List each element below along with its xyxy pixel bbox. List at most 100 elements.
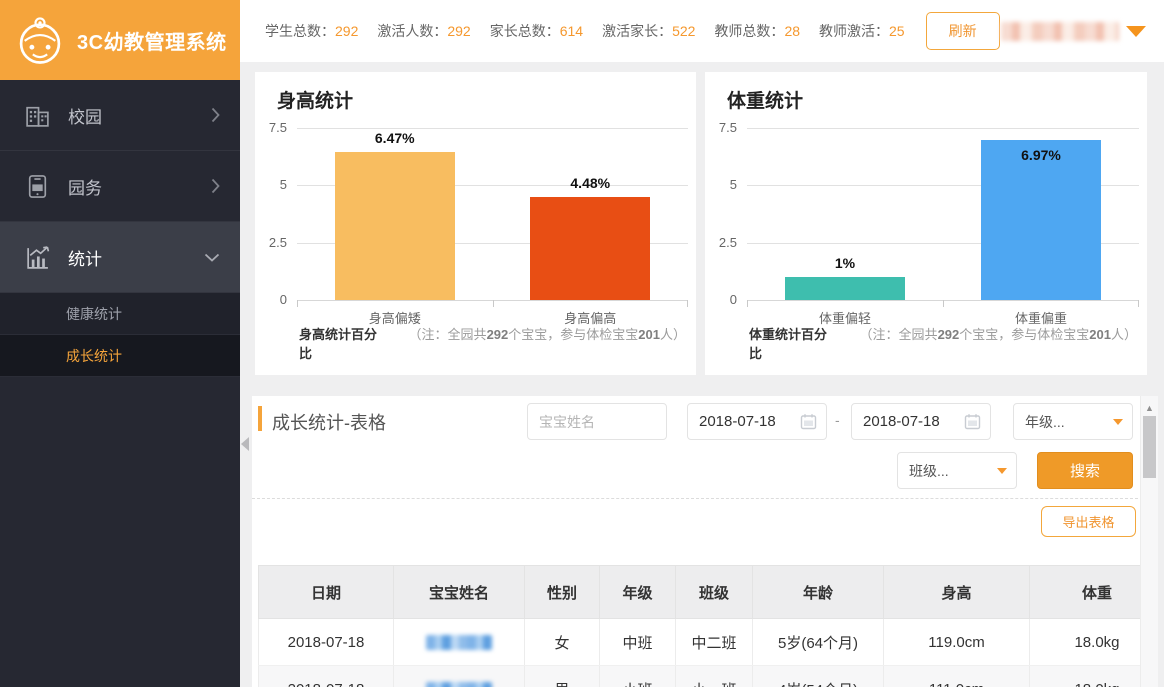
sidebar-subitem-health-statistics[interactable]: 健康统计 bbox=[0, 293, 240, 335]
axis-tick bbox=[747, 300, 748, 307]
submenu-label: 成长统计 bbox=[66, 346, 122, 366]
stat-value: 28 bbox=[784, 23, 800, 39]
table-cell: 2018-07-18 bbox=[259, 666, 394, 687]
baby-name-redacted bbox=[426, 635, 492, 650]
table-header-5: 班级 bbox=[676, 566, 753, 619]
bar-value-label: 1% bbox=[785, 255, 905, 271]
building-icon bbox=[24, 102, 51, 129]
table-cell: 小一班 bbox=[676, 666, 753, 687]
sidebar-item-statistics[interactable]: 统计 bbox=[0, 222, 240, 293]
top-header: 学生总数：292激活人数：292家长总数：614激活家长：522教师总数：28教… bbox=[240, 0, 1164, 62]
baby-name-input[interactable] bbox=[527, 403, 667, 440]
sidebar-subitem-growth-statistics[interactable]: 成长统计 bbox=[0, 335, 240, 377]
scrollbar-thumb[interactable] bbox=[1143, 416, 1156, 478]
refresh-button[interactable]: 刷新 bbox=[926, 12, 1000, 50]
table-cell bbox=[394, 619, 525, 666]
chart-note: （注：全园共292个宝宝，参与体检宝宝201人） bbox=[409, 324, 686, 343]
grade-select[interactable]: 年级... bbox=[1013, 403, 1133, 440]
table-cell: 中班 bbox=[600, 619, 676, 666]
date-from-input[interactable]: 2018-07-18 bbox=[687, 403, 827, 440]
stat-value: 25 bbox=[889, 23, 905, 39]
bar-value-label: 4.48% bbox=[530, 175, 650, 191]
table-cell: 18.0kg bbox=[1030, 666, 1159, 687]
sidebar-collapse-handle[interactable] bbox=[241, 437, 249, 451]
main-content: 身高统计 02.557.5 6.47%4.48% 身高偏矮身高偏高 身高统计百分… bbox=[240, 62, 1164, 687]
chart-plot-area: 6.47% 4.48% bbox=[297, 128, 688, 300]
table-cell: 小班 bbox=[600, 666, 676, 687]
bar-身高偏高 bbox=[530, 197, 650, 300]
chart-note: （注：全园共292个宝宝，参与体检宝宝201人） bbox=[860, 324, 1137, 343]
weight-statistics-card: 体重统计 02.557.5 1%6.97% 体重偏轻体重偏重 体重统计百分比 （… bbox=[705, 72, 1147, 375]
panel-accent-bar bbox=[258, 406, 262, 431]
table-cell: 18.0kg bbox=[1030, 619, 1159, 666]
chart-caption: 体重统计百分比 bbox=[749, 324, 832, 362]
date-to-input[interactable]: 2018-07-18 bbox=[851, 403, 991, 440]
table-row: 2018-07-18女中班中二班5岁(64个月)119.0cm18.0kg bbox=[259, 619, 1159, 666]
table-cell: 女 bbox=[525, 619, 600, 666]
stat-item: 教师激活：25 bbox=[819, 21, 905, 41]
y-tick-label: 5 bbox=[705, 177, 737, 192]
sidebar-item-garden-affairs[interactable]: 园务 bbox=[0, 151, 240, 222]
axis-tick bbox=[1138, 300, 1139, 307]
stat-value: 292 bbox=[335, 23, 358, 39]
summary-stats: 学生总数：292激活人数：292家长总数：614激活家长：522教师总数：28教… bbox=[265, 21, 924, 41]
chart-plot-area: 1%6.97% bbox=[747, 128, 1139, 300]
height-statistics-card: 身高统计 02.557.5 6.47%4.48% 身高偏矮身高偏高 身高统计百分… bbox=[255, 72, 696, 375]
table-header-8: 体重 bbox=[1030, 566, 1159, 619]
bar-体重偏轻 bbox=[785, 277, 905, 300]
table-cell: 5岁(64个月) bbox=[753, 619, 884, 666]
app-icon bbox=[24, 173, 51, 200]
axis-tick bbox=[687, 300, 688, 307]
bar-value-label: 6.47% bbox=[335, 130, 455, 146]
growth-table-panel: 成长统计-表格 2018-07-18 - 2018-07-18 年级... bbox=[252, 396, 1158, 687]
stat-value: 522 bbox=[672, 23, 695, 39]
stat-item: 家长总数：614 bbox=[490, 21, 583, 41]
scroll-up-arrow-icon[interactable]: ▲ bbox=[1141, 403, 1158, 413]
robot-logo-icon bbox=[13, 13, 67, 67]
sidebar-item-label: 统计 bbox=[68, 245, 102, 270]
date-range-dash: - bbox=[835, 412, 840, 428]
chart-caption: 身高统计百分比 bbox=[299, 324, 381, 362]
table-header-3: 性别 bbox=[525, 566, 600, 619]
sidebar: 3C幼教管理系统 校园 园务 bbox=[0, 0, 240, 687]
sidebar-item-label: 校园 bbox=[68, 103, 102, 128]
caret-down-icon bbox=[1113, 419, 1123, 425]
date-to-value: 2018-07-18 bbox=[863, 413, 940, 430]
export-table-button[interactable]: 导出表格 bbox=[1041, 506, 1136, 537]
caret-down-icon bbox=[997, 468, 1007, 474]
table-cell bbox=[394, 666, 525, 687]
table-cell: 111.0cm bbox=[884, 666, 1030, 687]
sidebar-item-campus[interactable]: 校园 bbox=[0, 80, 240, 151]
table-cell: 中二班 bbox=[676, 619, 753, 666]
panel-scrollbar[interactable]: ▲ bbox=[1140, 396, 1158, 687]
grid-line bbox=[747, 128, 1139, 129]
search-button[interactable]: 搜索 bbox=[1037, 452, 1133, 489]
y-tick-label: 7.5 bbox=[255, 120, 287, 135]
date-from-value: 2018-07-18 bbox=[699, 413, 776, 430]
bar-体重偏重 bbox=[981, 140, 1101, 300]
table-header-2: 宝宝姓名 bbox=[394, 566, 525, 619]
class-select[interactable]: 班级... bbox=[897, 452, 1017, 489]
stat-item: 学生总数：292 bbox=[265, 21, 358, 41]
caret-down-icon bbox=[1126, 26, 1146, 37]
panel-title: 成长统计-表格 bbox=[272, 409, 386, 435]
table-cell: 4岁(54个月) bbox=[753, 666, 884, 687]
table-header-7: 身高 bbox=[884, 566, 1030, 619]
calendar-icon bbox=[800, 413, 817, 430]
chevron-down-icon bbox=[204, 253, 220, 262]
app-title: 3C幼教管理系统 bbox=[77, 26, 227, 55]
y-tick-label: 2.5 bbox=[705, 235, 737, 250]
stat-item: 教师总数：28 bbox=[714, 21, 800, 41]
class-select-value: 班级... bbox=[909, 461, 949, 481]
chevron-right-icon bbox=[211, 107, 220, 123]
divider bbox=[252, 498, 1138, 499]
user-menu[interactable] bbox=[1001, 22, 1148, 41]
y-tick-label: 0 bbox=[705, 292, 737, 307]
table-header-4: 年级 bbox=[600, 566, 676, 619]
growth-data-table: 日期宝宝姓名性别年级班级年龄身高体重 2018-07-18女中班中二班5岁(64… bbox=[258, 565, 1158, 687]
submenu-label: 健康统计 bbox=[66, 304, 122, 324]
axis-tick bbox=[493, 300, 494, 307]
y-axis: 0 2.5 5 7.5 bbox=[705, 72, 741, 375]
user-name-redacted bbox=[1001, 22, 1119, 41]
y-tick-label: 7.5 bbox=[705, 120, 737, 135]
